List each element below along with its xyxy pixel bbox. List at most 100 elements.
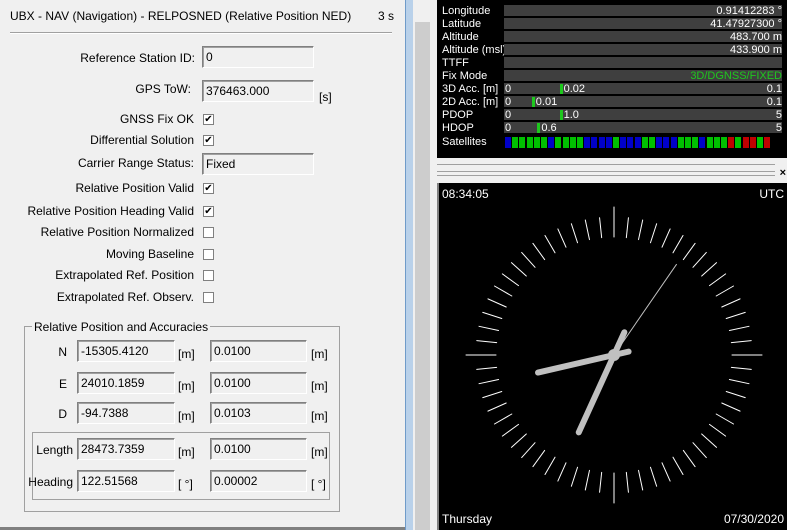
clock-tick xyxy=(701,262,718,277)
flag-checkbox[interactable] xyxy=(203,292,214,303)
relpos-accuracy-field[interactable]: 0.0100 xyxy=(210,372,307,394)
satellite-bar xyxy=(713,137,720,148)
gps-row-min: 0 xyxy=(505,83,512,95)
clock-panel: 08:34:05 UTC Thursday 07/30/2020 xyxy=(437,183,787,530)
clock-tick xyxy=(672,234,684,254)
clock-tick xyxy=(570,223,579,244)
relpos-value-field[interactable]: 122.51568 xyxy=(77,470,175,492)
clock-tick xyxy=(692,442,707,459)
gps-row-value: 433.900 m xyxy=(730,44,782,56)
satellite-bar xyxy=(656,137,663,148)
gps-row-label: Altitude (msl) xyxy=(442,44,507,56)
clock-tick xyxy=(725,390,746,399)
clock-tick xyxy=(510,433,527,448)
clock-tick xyxy=(730,366,752,370)
satellite-bar xyxy=(526,137,533,148)
clock-tick xyxy=(625,217,629,239)
clock-tick xyxy=(728,379,750,385)
clock-tick xyxy=(661,228,671,248)
gps-tow-field[interactable]: 376463.000 xyxy=(202,80,314,102)
gps-row-label: Longitude xyxy=(442,5,491,17)
gps-row-value: 0.02 xyxy=(563,83,586,95)
clock-tick xyxy=(557,228,567,248)
relpos-accuracy-field[interactable]: 0.00002 xyxy=(210,470,307,492)
relpos-value-field[interactable]: -94.7388 xyxy=(77,402,175,424)
gps-row-label: 3D Acc. [m] xyxy=(442,83,499,95)
separator-line xyxy=(437,164,775,165)
clock-tick xyxy=(521,442,536,459)
clock-tick xyxy=(478,379,500,385)
vertical-scrollbar[interactable] xyxy=(413,0,435,530)
satellite-bar xyxy=(728,137,735,148)
clock-tick xyxy=(584,219,590,241)
satellite-bar xyxy=(634,137,641,148)
clock-tick xyxy=(649,223,658,244)
gps-row-value: 0.01 xyxy=(535,96,558,108)
gps-row-bar xyxy=(504,57,782,68)
gps-row-label: 2D Acc. [m] xyxy=(442,96,499,108)
satellite-bar xyxy=(757,137,763,148)
satellite-bar xyxy=(620,137,627,148)
flag-checkbox[interactable]: ✔ xyxy=(203,114,214,125)
flag-checkbox[interactable] xyxy=(203,227,214,238)
gps-row-label: TTFF xyxy=(442,57,469,69)
flag-checkbox[interactable] xyxy=(203,249,214,260)
flag-label: Extrapolated Ref. Observ. xyxy=(56,290,194,304)
relpos-accuracy-unit: [m] xyxy=(311,445,328,459)
flag-checkbox[interactable]: ✔ xyxy=(203,135,214,146)
relpos-value-field[interactable]: -15305.4120 xyxy=(77,340,175,362)
satellite-bar xyxy=(505,137,511,148)
satellite-bar xyxy=(721,137,727,148)
satellite-bar xyxy=(677,137,684,148)
relpos-accuracy-unit: [ °] xyxy=(311,477,326,491)
carrier-range-label: Carrier Range Status: xyxy=(77,156,194,170)
satellite-bar xyxy=(764,137,771,148)
satellite-bar xyxy=(555,137,562,148)
flag-checkbox[interactable]: ✔ xyxy=(203,206,214,217)
relpos-accuracy-field[interactable]: 0.0100 xyxy=(210,438,307,460)
clock-tick xyxy=(584,469,590,491)
clock-tick xyxy=(501,423,520,437)
satellite-bar xyxy=(749,137,756,148)
gps-row-min: 0 xyxy=(505,96,512,108)
clock-tick xyxy=(721,298,741,308)
clock-tick xyxy=(493,285,513,297)
clock-tick xyxy=(478,325,500,331)
satellites-label: Satellites xyxy=(442,136,487,148)
flag-label: Relative Position Normalized xyxy=(40,225,194,239)
relpos-value-field[interactable]: 28473.7359 xyxy=(77,438,175,460)
clock-tick xyxy=(701,433,718,448)
clock-tick xyxy=(625,471,629,493)
satellite-bar xyxy=(692,137,699,148)
relpos-value-field[interactable]: 24010.1859 xyxy=(77,372,175,394)
analog-clock xyxy=(465,206,763,504)
satellite-bar xyxy=(598,137,605,148)
satellite-bar xyxy=(512,137,519,148)
header-divider xyxy=(10,32,392,34)
relpos-accuracy-unit: [m] xyxy=(311,347,328,361)
clock-tick xyxy=(682,449,696,468)
flag-checkbox[interactable]: ✔ xyxy=(203,183,214,194)
gps-row-indicator xyxy=(531,97,535,107)
satellite-bar xyxy=(577,137,583,148)
flag-checkbox[interactable] xyxy=(203,270,214,281)
relpos-row-label: Length xyxy=(36,443,73,457)
flag-label: Relative Position Heading Valid xyxy=(27,204,194,218)
separator-grip[interactable] xyxy=(437,171,775,176)
scrollbar-track[interactable] xyxy=(415,22,430,530)
carrier-range-field[interactable]: Fixed xyxy=(202,153,314,175)
relpos-accuracy-unit: [m] xyxy=(311,409,328,423)
clock-timezone: UTC xyxy=(759,187,784,201)
satellite-bar xyxy=(641,137,648,148)
relpos-row-label: E xyxy=(58,377,67,391)
relpos-accuracy-field[interactable]: 0.0100 xyxy=(210,340,307,362)
gps-row-label: Altitude xyxy=(442,31,479,43)
pane-separator[interactable]: × xyxy=(437,158,787,182)
relpos-accuracy-field[interactable]: 0.0103 xyxy=(210,402,307,424)
gps-tow-unit: [s] xyxy=(319,90,332,104)
satellite-bar xyxy=(699,137,706,148)
close-icon[interactable]: × xyxy=(780,167,786,179)
ref-station-field[interactable]: 0 xyxy=(202,46,314,68)
clock-tick xyxy=(661,462,671,482)
clock-center xyxy=(608,349,620,361)
